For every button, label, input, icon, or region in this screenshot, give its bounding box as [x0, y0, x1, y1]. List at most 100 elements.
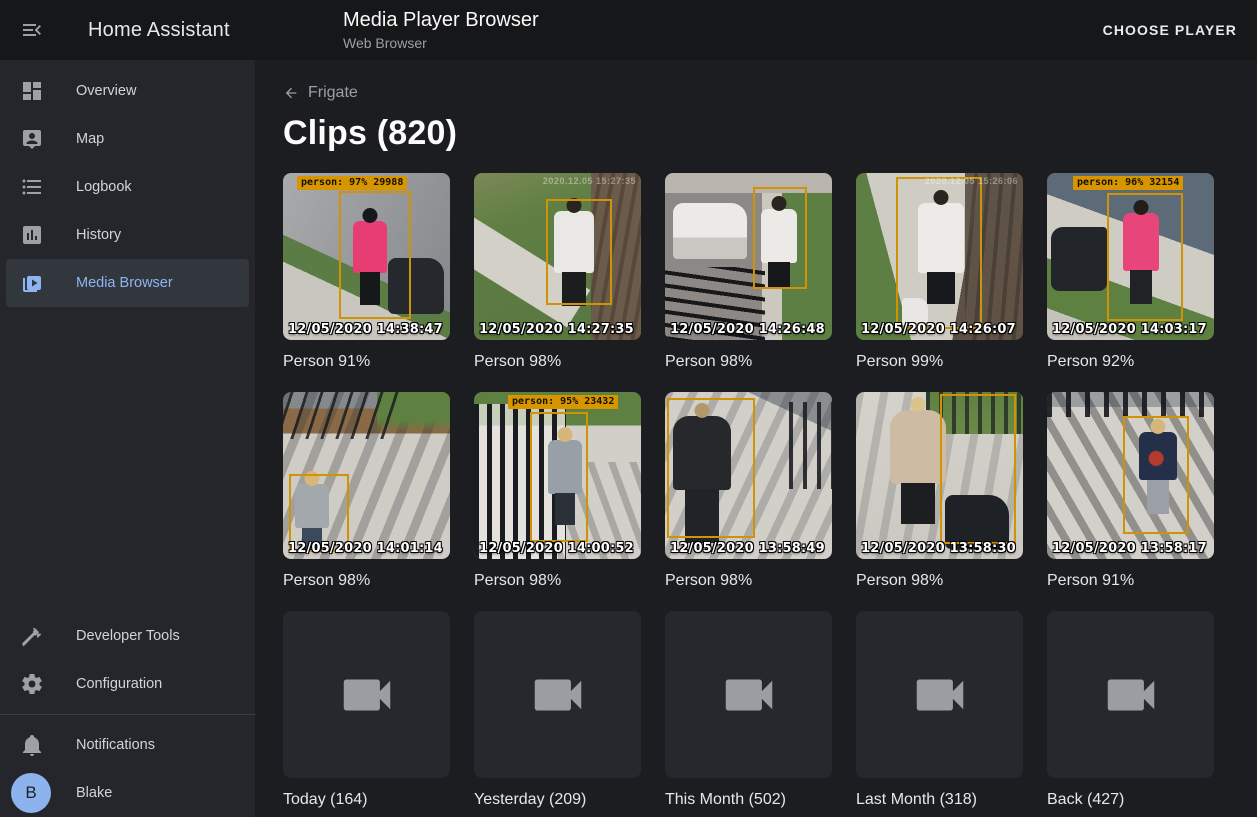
camera-timestamp-overlay: 2020.12.05 15:26:06 [925, 176, 1018, 186]
user-avatar: B [11, 773, 51, 813]
detection-bounding-box [1123, 416, 1189, 534]
folder-label: Yesterday (209) [474, 791, 641, 809]
folder-label: Today (164) [283, 791, 450, 809]
detection-bounding-box [667, 398, 755, 538]
sidebar-item-overview[interactable]: Overview [0, 67, 255, 115]
detection-bounding-box [530, 412, 588, 542]
clip-card: 2020.12.05 15:26:06 12/05/2020 14:26:07 … [856, 173, 1023, 371]
video-icon [718, 664, 780, 726]
breadcrumb-back-frigate[interactable]: Frigate [283, 84, 358, 102]
sidebar-item-media-browser[interactable]: Media Browser [6, 259, 249, 307]
sidebar-item-logbook[interactable]: Logbook [0, 163, 255, 211]
sidebar-item-label: Logbook [76, 179, 132, 195]
page-header-subtitle: Web Browser [343, 35, 539, 51]
dashboard-icon [20, 79, 44, 103]
clip-thumbnail[interactable]: person: 95% 23432 12/05/2020 14:00:52 [474, 392, 641, 559]
page-header-title: Media Player Browser [343, 9, 539, 32]
chart-box-icon [20, 223, 44, 247]
clip-thumbnail[interactable]: person: 97% 29988 12/05/2020 14:38:47 [283, 173, 450, 340]
clip-thumbnail[interactable]: 2020.12.05 15:27:35 12/05/2020 14:27:35 [474, 173, 641, 340]
clip-caption: Person 92% [1047, 353, 1214, 371]
app-header: Home Assistant Media Player Browser Web … [0, 0, 1257, 60]
list-bulleted-icon [20, 175, 44, 199]
detection-bounding-box [940, 394, 1016, 544]
clip-caption: Person 91% [1047, 572, 1214, 590]
sidebar-item-user-profile[interactable]: B Blake [0, 769, 255, 817]
clip-caption: Person 91% [283, 353, 450, 371]
sidebar-item-notifications[interactable]: Notifications [0, 721, 255, 769]
sidebar-divider [0, 714, 255, 715]
clip-timestamp-overlay: 12/05/2020 13:58:17 [1052, 541, 1207, 556]
video-icon [527, 664, 589, 726]
folder-label: This Month (502) [665, 791, 832, 809]
play-box-multiple-icon [20, 271, 44, 295]
railing-shape [283, 392, 407, 439]
detection-banner: person: 95% 23432 [508, 395, 618, 409]
clip-timestamp-overlay: 12/05/2020 14:38:47 [288, 322, 443, 337]
clip-thumbnail[interactable]: 2020.12.05 15:26:06 12/05/2020 14:26:07 [856, 173, 1023, 340]
folder-last-month[interactable] [856, 611, 1023, 778]
sidebar-item-configuration[interactable]: Configuration [0, 660, 255, 708]
detection-bounding-box [753, 187, 807, 289]
clip-caption: Person 98% [474, 353, 641, 371]
clip-card: person: 95% 23432 12/05/2020 14:00:52 Pe… [474, 392, 641, 590]
account-location-icon [20, 127, 44, 151]
sidebar: Overview Map Logbook History Media Brows… [0, 60, 255, 817]
folder-card: Yesterday (209) [474, 611, 641, 809]
clip-timestamp-overlay: 12/05/2020 14:26:07 [861, 322, 1016, 337]
clip-thumbnail[interactable]: 12/05/2020 13:58:30 [856, 392, 1023, 559]
clip-timestamp-overlay: 12/05/2020 13:58:49 [670, 541, 825, 556]
hammer-icon [20, 624, 44, 648]
clip-card: person: 96% 32154 12/05/2020 14:03:17 Pe… [1047, 173, 1214, 371]
detection-bounding-box [1107, 193, 1183, 321]
clip-timestamp-overlay: 12/05/2020 14:27:35 [479, 322, 634, 337]
menu-open-icon [20, 18, 44, 42]
detection-bounding-box [546, 199, 612, 305]
stroller-shape [1051, 227, 1107, 291]
sidebar-spacer [0, 307, 255, 612]
sidebar-item-label: Configuration [76, 676, 162, 692]
sidebar-item-developer-tools[interactable]: Developer Tools [0, 612, 255, 660]
clip-thumbnail[interactable]: 12/05/2020 13:58:49 [665, 392, 832, 559]
folder-label: Back (427) [1047, 791, 1214, 809]
sidebar-item-label: Map [76, 131, 104, 147]
sidebar-item-label: History [76, 227, 121, 243]
page-title: Clips (820) [283, 114, 1257, 153]
sidebar-item-label: Notifications [76, 737, 155, 753]
person-figure [890, 410, 946, 484]
car-shape [673, 203, 747, 259]
clip-thumbnail[interactable]: 12/05/2020 14:26:48 [665, 173, 832, 340]
folder-this-month[interactable] [665, 611, 832, 778]
railing-shape [1047, 392, 1214, 417]
clip-caption: Person 98% [856, 572, 1023, 590]
folder-today[interactable] [283, 611, 450, 778]
folder-yesterday[interactable] [474, 611, 641, 778]
bell-icon [20, 733, 44, 757]
sidebar-toggle-button[interactable] [20, 18, 44, 42]
folder-back[interactable] [1047, 611, 1214, 778]
clip-timestamp-overlay: 12/05/2020 14:00:52 [479, 541, 634, 556]
clip-caption: Person 99% [856, 353, 1023, 371]
video-icon [909, 664, 971, 726]
choose-player-button[interactable]: CHOOSE PLAYER [1095, 0, 1245, 60]
sidebar-item-history[interactable]: History [0, 211, 255, 259]
clip-timestamp-overlay: 12/05/2020 14:03:17 [1052, 322, 1207, 337]
clip-caption: Person 98% [474, 572, 641, 590]
clip-caption: Person 98% [283, 572, 450, 590]
sidebar-item-map[interactable]: Map [0, 115, 255, 163]
clip-thumbnail[interactable]: 12/05/2020 13:58:17 [1047, 392, 1214, 559]
camera-timestamp-overlay: 2020.12.05 15:27:35 [543, 176, 636, 186]
fence-shape [789, 402, 832, 489]
arrow-left-icon [283, 85, 299, 101]
folder-card: Back (427) [1047, 611, 1214, 809]
clip-thumbnail[interactable]: 12/05/2020 14:01:14 [283, 392, 450, 559]
clip-card: 12/05/2020 14:01:14 Person 98% [283, 392, 450, 590]
clip-card: 2020.12.05 15:27:35 12/05/2020 14:27:35 … [474, 173, 641, 371]
gear-icon [20, 672, 44, 696]
clip-caption: Person 98% [665, 353, 832, 371]
clip-card: 12/05/2020 14:26:48 Person 98% [665, 173, 832, 371]
clip-thumbnail[interactable]: person: 96% 32154 12/05/2020 14:03:17 [1047, 173, 1214, 340]
folder-card: This Month (502) [665, 611, 832, 809]
clip-card: 12/05/2020 13:58:30 Person 98% [856, 392, 1023, 590]
breadcrumb-label: Frigate [308, 84, 358, 102]
